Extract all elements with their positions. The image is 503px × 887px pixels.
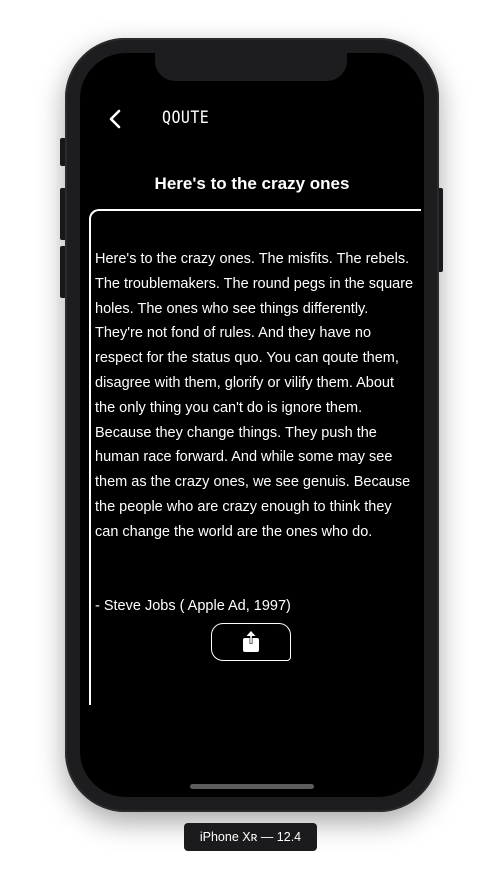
- quote-author: - Steve Jobs ( Apple Ad, 1997): [95, 598, 291, 614]
- device-frame: QOUTE Here's to the crazy ones Here's to…: [65, 38, 439, 812]
- quote-card: Here's to the crazy ones. The misfits. T…: [89, 209, 421, 705]
- quote-title: Here's to the crazy ones: [154, 174, 350, 193]
- simulator-stage: QOUTE Here's to the crazy ones Here's to…: [0, 0, 503, 887]
- nav-title: QOUTE: [162, 108, 210, 128]
- device-screen: QOUTE Here's to the crazy ones Here's to…: [80, 53, 424, 797]
- chevron-left-icon: [109, 109, 121, 129]
- home-indicator[interactable]: [190, 784, 314, 789]
- simulator-device-label: iPhone Xʀ — 12.4: [184, 823, 317, 851]
- back-button[interactable]: [104, 107, 126, 131]
- share-icon: [243, 631, 259, 652]
- quote-body: Here's to the crazy ones. The misfits. T…: [95, 251, 414, 540]
- share-button[interactable]: [211, 623, 291, 661]
- notch: [155, 53, 347, 81]
